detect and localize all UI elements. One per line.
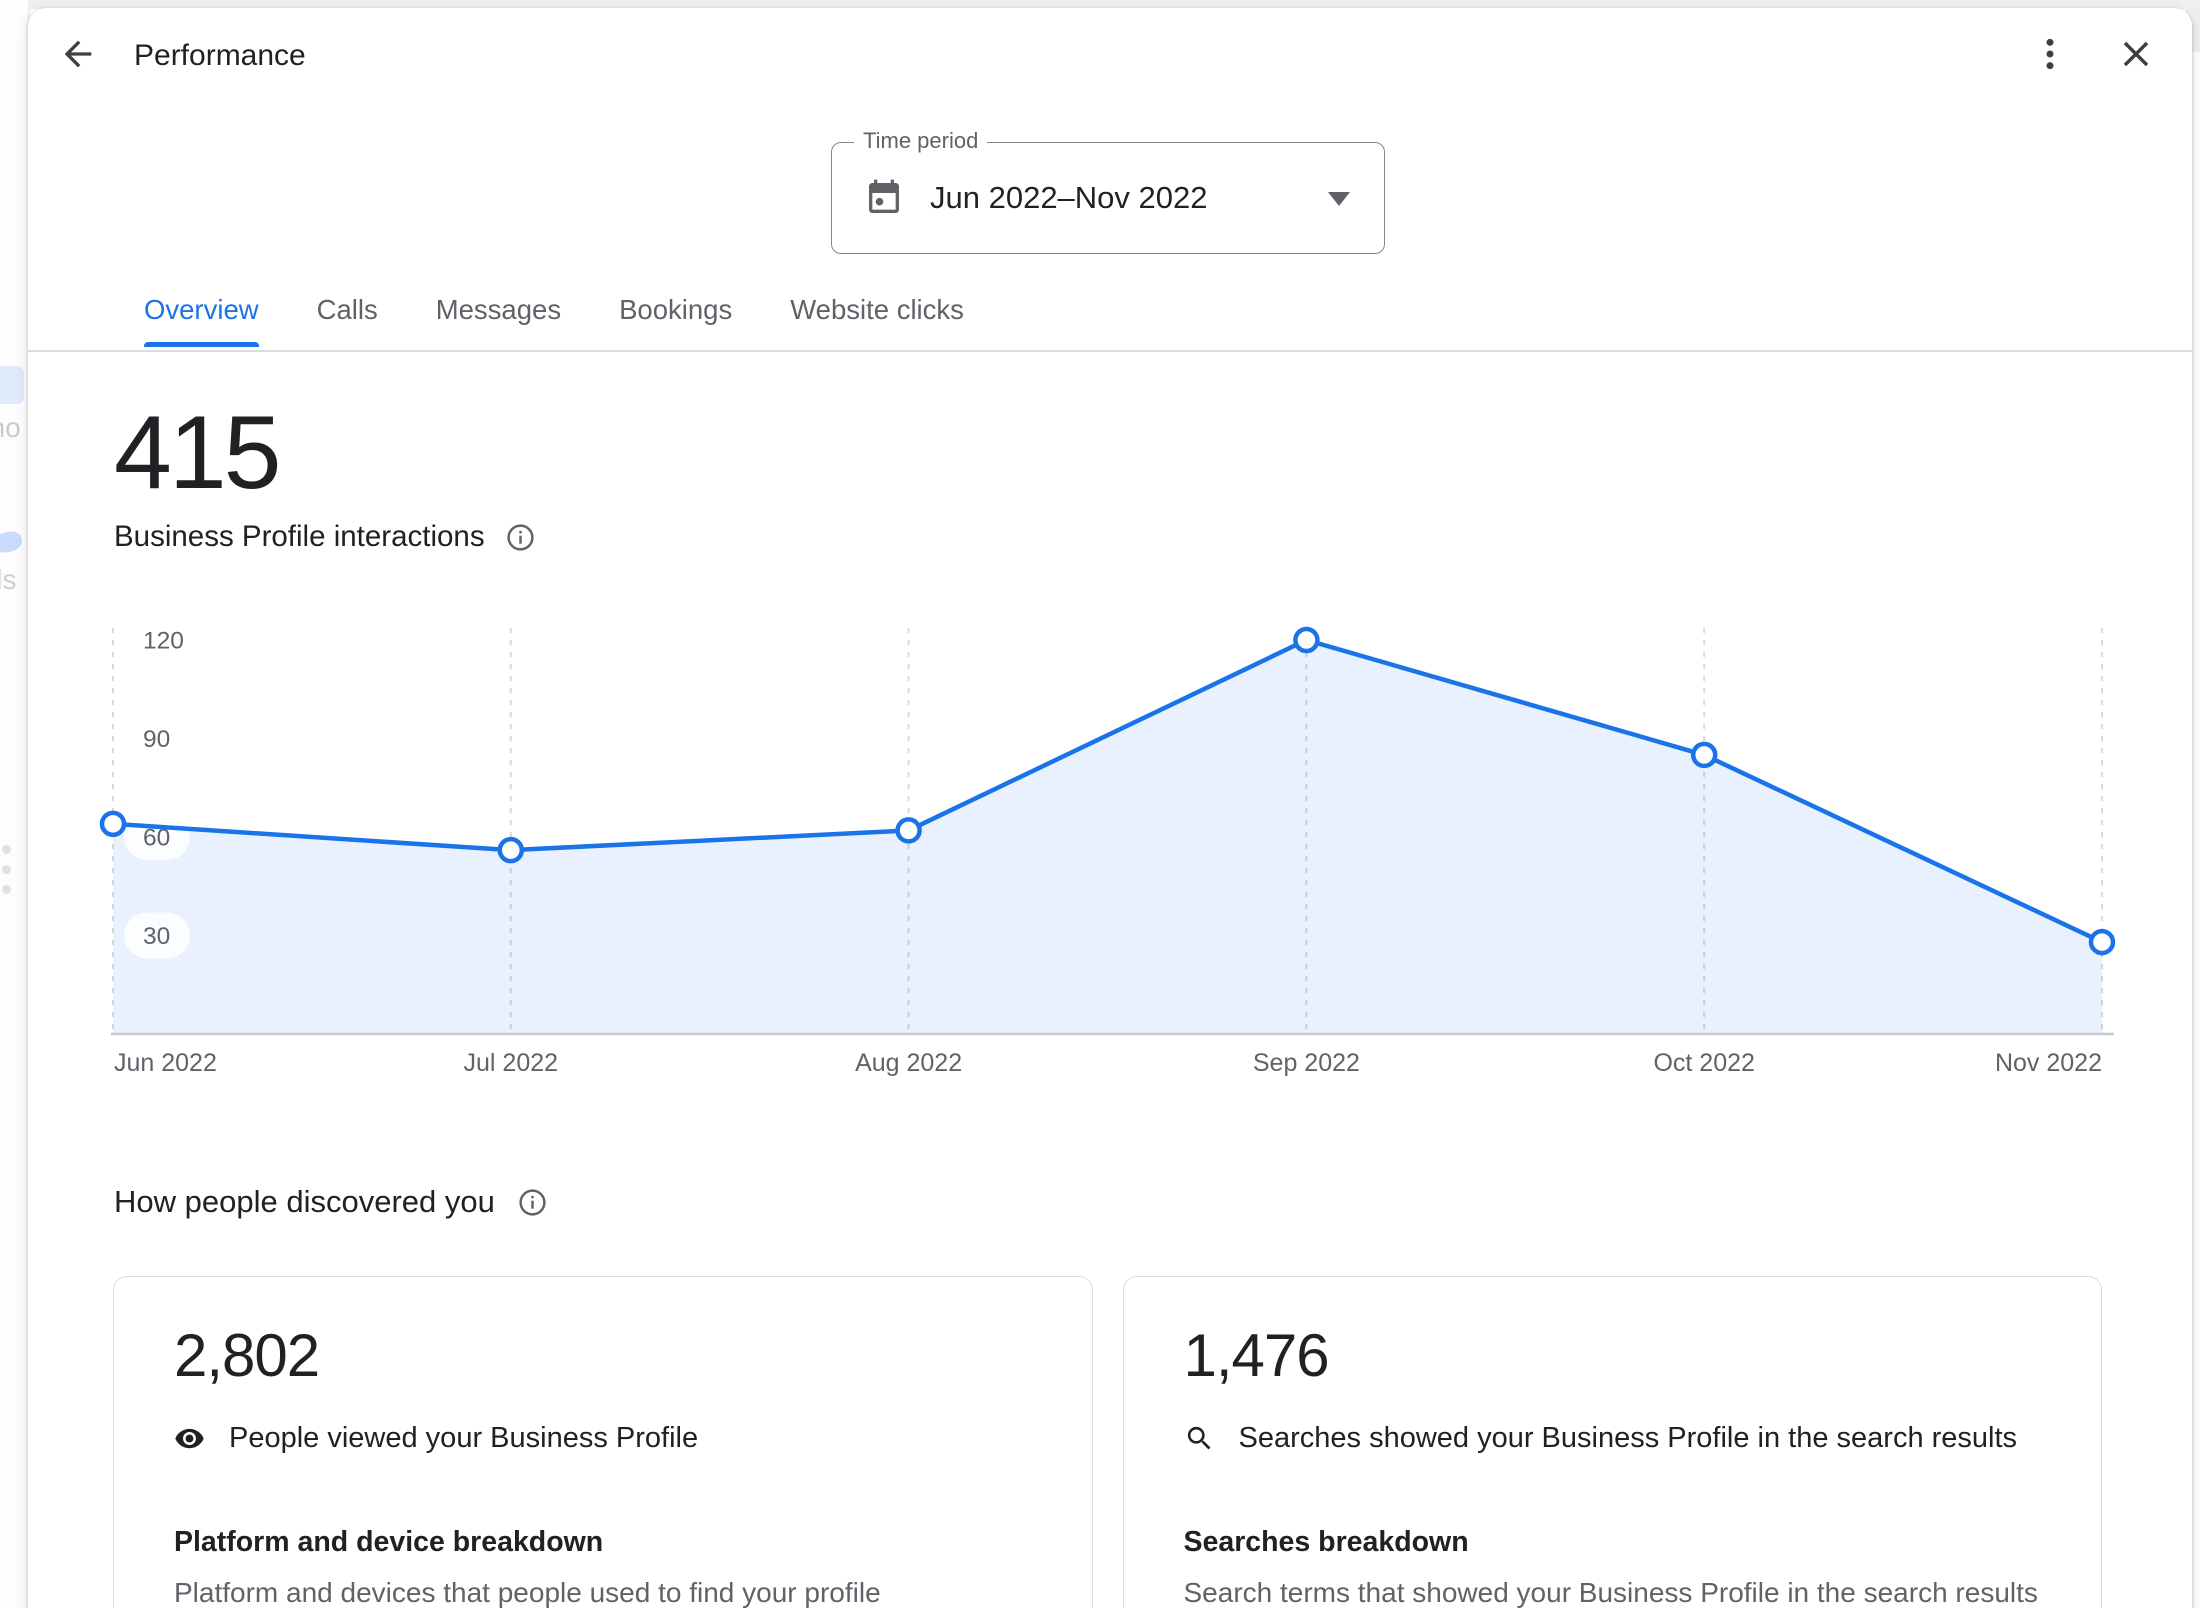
- platform-breakdown-subtitle: Platform and devices that people used to…: [174, 1577, 1052, 1608]
- tab-messages[interactable]: Messages: [436, 285, 561, 347]
- svg-text:Oct 2022: Oct 2022: [1653, 1049, 1754, 1077]
- more-options-button[interactable]: [2028, 34, 2072, 78]
- svg-text:Jun 2022: Jun 2022: [114, 1049, 217, 1077]
- svg-text:90: 90: [143, 726, 170, 753]
- profile-views-label: People viewed your Business Profile: [229, 1422, 698, 1455]
- tab-website-clicks[interactable]: Website clicks: [790, 285, 964, 347]
- performance-dialog: Performance Time period Jun 2022–Nov 202…: [28, 8, 2192, 1608]
- info-icon[interactable]: [517, 1187, 548, 1218]
- time-period-label: Time period: [854, 128, 987, 154]
- searches-label: Searches showed your Business Profile in…: [1239, 1422, 2018, 1455]
- time-period-select[interactable]: Time period Jun 2022–Nov 2022: [831, 142, 1385, 254]
- eye-icon: [174, 1423, 205, 1454]
- tab-calls[interactable]: Calls: [317, 285, 378, 347]
- page-title: Performance: [134, 34, 306, 78]
- calendar-icon: [864, 178, 904, 218]
- platform-breakdown-title: Platform and device breakdown: [174, 1526, 1052, 1559]
- tab-bookings[interactable]: Bookings: [619, 285, 732, 347]
- interactions-total: 415: [114, 396, 279, 510]
- discovery-section-header: How people discovered you: [114, 1184, 548, 1220]
- tab-overview[interactable]: Overview: [144, 285, 259, 347]
- faded-phone-icon: [0, 529, 24, 555]
- searches-card: 1,476 Searches showed your Business Prof…: [1123, 1276, 2103, 1608]
- svg-text:120: 120: [143, 628, 184, 655]
- discovery-cards: 2,802 People viewed your Business Profil…: [113, 1276, 2102, 1608]
- interactions-chart-area: 306090120Jun 2022Jul 2022Aug 2022Sep 202…: [28, 600, 2193, 1100]
- background-page-strip: oho lls: [0, 0, 28, 1608]
- discovery-section-title: How people discovered you: [114, 1184, 495, 1220]
- svg-text:30: 30: [143, 923, 170, 950]
- tab-bar: Overview Calls Messages Bookings Website…: [144, 285, 964, 347]
- searches-breakdown-title: Searches breakdown: [1184, 1526, 2062, 1559]
- tabs-divider: [28, 350, 2192, 352]
- screen: oho lls Performance Time period: [0, 0, 2200, 1608]
- arrow-back-icon: [58, 34, 98, 79]
- back-button[interactable]: [56, 34, 100, 78]
- svg-text:Aug 2022: Aug 2022: [855, 1049, 962, 1077]
- interactions-chart: 306090120Jun 2022Jul 2022Aug 2022Sep 202…: [28, 600, 2193, 1100]
- searches-breakdown-subtitle: Search terms that showed your Business P…: [1184, 1577, 2062, 1608]
- time-period-value: Jun 2022–Nov 2022: [930, 180, 1208, 216]
- close-icon: [2115, 33, 2157, 80]
- svg-text:Nov 2022: Nov 2022: [1995, 1049, 2102, 1077]
- info-icon[interactable]: [505, 522, 536, 553]
- interactions-label-row: Business Profile interactions: [114, 520, 536, 554]
- profile-views-count: 2,802: [174, 1321, 1052, 1390]
- search-icon: [1184, 1423, 1215, 1454]
- searches-count: 1,476: [1184, 1321, 2062, 1390]
- faded-text-fragment: oho: [0, 412, 21, 444]
- interactions-label: Business Profile interactions: [114, 520, 485, 554]
- close-button[interactable]: [2114, 34, 2158, 78]
- svg-text:Sep 2022: Sep 2022: [1253, 1049, 1360, 1077]
- faded-photo-icon: [0, 366, 24, 404]
- svg-text:Jul 2022: Jul 2022: [464, 1049, 559, 1077]
- faded-text-fragment: lls: [0, 564, 16, 596]
- dropdown-arrow-icon: [1328, 192, 1350, 206]
- faded-menu-dots-icon: [2, 845, 11, 894]
- profile-views-card: 2,802 People viewed your Business Profil…: [113, 1276, 1093, 1608]
- kebab-menu-icon: [2030, 34, 2070, 79]
